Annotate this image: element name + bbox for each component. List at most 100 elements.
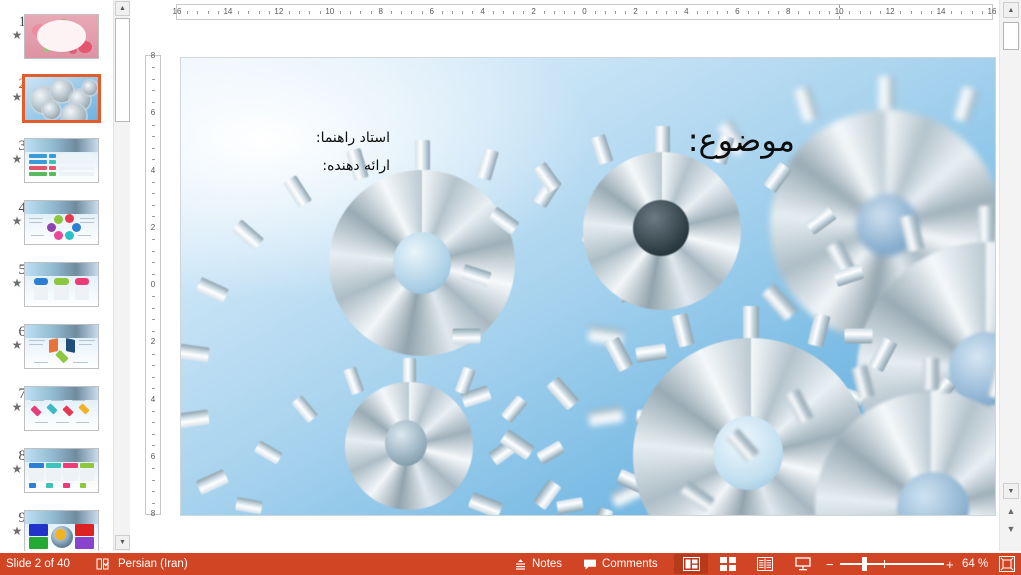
thumbnail-image[interactable]: [24, 386, 99, 431]
thumbnail-slide-1[interactable]: 1 ★: [0, 14, 113, 76]
zoom-slider-midpoint-tick: [884, 560, 885, 568]
ruler-tick: [503, 11, 504, 14]
scroll-up-button[interactable]: ▲: [1003, 2, 1019, 18]
ruler-tick-label: 8: [378, 7, 383, 16]
ruler-tick: [289, 11, 291, 14]
ruler-tick-label: 8: [150, 509, 156, 518]
slide-vertical-scrollbar[interactable]: ▲ ▼ ▲ ▼: [999, 0, 1021, 551]
ruler-tick-label: 12: [274, 7, 284, 16]
language-indicator[interactable]: Persian (Iran): [118, 553, 188, 575]
ruler-tick-label: 8: [786, 7, 791, 16]
gear-main-bottom-left: [234, 358, 584, 515]
ruler-tick: [849, 11, 851, 14]
ruler-tick: [747, 11, 749, 14]
ruler-tick-label: 14: [223, 7, 233, 16]
thumbnail-slide-9[interactable]: 9 ★: [0, 510, 113, 551]
animation-star-icon[interactable]: ★: [9, 215, 25, 227]
horizontal-ruler[interactable]: 16 14 12 10 8 6 4 2 0 2 4 6 8 10 12 14 16: [173, 4, 996, 20]
ruler-tick: [248, 11, 250, 14]
ruler-tick: [401, 11, 403, 14]
comments-button[interactable]: Comments: [583, 553, 658, 575]
thumbnail-slide-2[interactable]: 2 ★: [0, 74, 113, 138]
zoom-level-label[interactable]: 64 %: [962, 553, 988, 575]
ruler-tick: [152, 296, 155, 298]
slide-show-icon: [795, 557, 811, 571]
animation-star-icon[interactable]: ★: [9, 339, 25, 351]
scroll-down-button[interactable]: ▼: [1003, 483, 1019, 499]
ruler-tick: [152, 101, 155, 103]
double-chevron-up-icon: ▲: [1006, 505, 1016, 516]
ruler-guide-marker: [839, 5, 841, 19]
ruler-tick: [152, 147, 155, 149]
thumbnail-scroll-down-button[interactable]: ▼: [115, 535, 130, 550]
thumbnail-slide-7[interactable]: 7 ★: [0, 386, 113, 448]
ruler-tick: [706, 11, 708, 14]
ruler-tick: [808, 11, 810, 14]
zoom-slider-track[interactable]: [840, 563, 944, 565]
ruler-tick: [411, 11, 413, 14]
slide-sorter-view-button[interactable]: [711, 554, 745, 574]
slide-counter[interactable]: Slide 2 of 40: [6, 553, 70, 575]
ruler-tick: [513, 11, 515, 14]
animation-star-icon[interactable]: ★: [9, 277, 25, 289]
thumbnail-image[interactable]: [24, 324, 99, 369]
ruler-tick: [207, 11, 209, 14]
animation-star-icon[interactable]: ★: [9, 525, 25, 537]
animation-star-icon[interactable]: ★: [9, 463, 25, 475]
thumbnail-image[interactable]: [24, 200, 99, 245]
reading-view-icon: [757, 557, 773, 571]
ruler-tick: [152, 159, 155, 161]
thumbnail-slide-5[interactable]: 5 ★: [0, 262, 113, 324]
ruler-tick: [900, 11, 902, 14]
thumbnail-slide-4[interactable]: 4 ★: [0, 200, 113, 262]
ruler-tick: [492, 11, 494, 14]
ruler-tick: [309, 11, 311, 14]
notes-button[interactable]: Notes: [514, 553, 562, 575]
fit-slide-to-window-button[interactable]: [999, 556, 1015, 572]
zoom-out-button[interactable]: −: [826, 553, 834, 575]
next-slide-button[interactable]: ▼: [1003, 521, 1019, 537]
thumbnail-image[interactable]: [24, 262, 99, 307]
thumbnail-slide-6[interactable]: 6 ★: [0, 324, 113, 386]
ruler-tick-label: 8: [150, 51, 156, 60]
slide-title-subject[interactable]: موضوع:: [688, 120, 795, 160]
double-chevron-down-icon: ▼: [1006, 523, 1016, 534]
zoom-in-button[interactable]: +: [946, 553, 954, 575]
slide-text-supervisor[interactable]: استاد راهنما:: [316, 128, 390, 148]
ruler-tick-label: 2: [633, 7, 638, 16]
ruler-tick: [951, 11, 953, 14]
ruler-tick: [152, 502, 155, 504]
thumbnail-image[interactable]: [24, 448, 99, 493]
slide-show-view-button[interactable]: [786, 554, 820, 574]
vertical-ruler[interactable]: 8 6 4 2 0 2 4 6 8: [145, 51, 161, 518]
thumbnail-image[interactable]: [22, 74, 101, 123]
thumbnail-slide-8[interactable]: 8 ★: [0, 448, 113, 510]
reading-view-button[interactable]: [748, 554, 782, 574]
scrollbar-thumb[interactable]: [1003, 22, 1019, 50]
animation-star-icon[interactable]: ★: [9, 153, 25, 165]
slide-canvas[interactable]: موضوع: استاد راهنما: ارائه دهنده:: [180, 57, 996, 516]
ruler-tick: [152, 445, 155, 447]
ruler-tick: [152, 136, 155, 138]
zoom-slider-thumb[interactable]: [862, 557, 867, 571]
ruler-tick: [666, 11, 667, 14]
spellcheck-icon[interactable]: [96, 553, 110, 575]
thumbnail-slide-3[interactable]: 3 ★: [0, 138, 113, 200]
ruler-tick-label: 14: [936, 7, 946, 16]
fit-to-window-icon: [999, 556, 1015, 572]
previous-slide-button[interactable]: ▲: [1003, 503, 1019, 519]
notes-label: Notes: [532, 558, 563, 570]
thumbnail-image[interactable]: [24, 510, 99, 551]
ruler-tick-label: 4: [480, 7, 485, 16]
thumbnail-image[interactable]: [24, 138, 99, 183]
normal-view-button[interactable]: [674, 554, 708, 574]
slide-text-presenter[interactable]: ارائه دهنده:: [322, 156, 390, 176]
ruler-tick: [152, 250, 155, 252]
thumbnail-scrollbar[interactable]: ▲ ▼: [113, 0, 130, 551]
animation-star-icon[interactable]: ★: [9, 401, 25, 413]
thumbnail-image[interactable]: [24, 14, 99, 59]
ruler-tick-label: 16: [172, 7, 182, 16]
thumbnail-scroll-up-button[interactable]: ▲: [115, 1, 130, 16]
thumbnail-scrollbar-thumb[interactable]: [115, 18, 130, 122]
animation-star-icon[interactable]: ★: [9, 29, 25, 41]
